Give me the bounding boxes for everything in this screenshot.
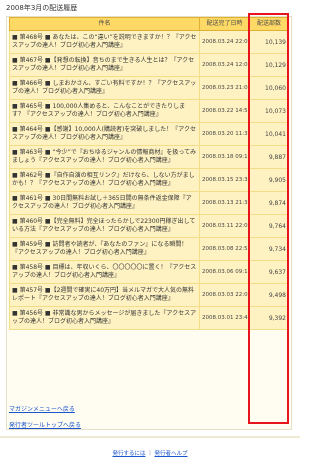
- row-delivery-count: 9,734: [249, 237, 289, 261]
- row-delivery-date: 2008.03.01 23:4: [199, 306, 250, 330]
- row-delivery-date: 2008.03.15 23:3: [199, 168, 250, 192]
- row-title-link[interactable]: ■ 第465号 ■ 100,000人集めると、こんなことができたりします？『アク…: [9, 99, 200, 123]
- row-delivery-date: 2008.03.23 21:00: [199, 76, 250, 100]
- row-title-link[interactable]: ■ 第461号 ■ 30日間無料お試し＋365日間の無条件返金保障『アクセスアッ…: [9, 191, 200, 215]
- table-row: ■ 第459号 ■ 訪問者や読者が、『あなたのファン』になる瞬間！『アクセスアッ…: [9, 237, 289, 261]
- table-row: ■ 第465号 ■ 100,000人集めると、こんなことができたりします？『アク…: [9, 99, 289, 123]
- header-title: 件名: [9, 17, 200, 31]
- magazine-menu-link[interactable]: マガジンメニューへ戻る: [9, 404, 75, 413]
- row-delivery-count: 9,637: [249, 260, 289, 284]
- row-delivery-date: 2008.03.03 22:0: [199, 283, 250, 307]
- publisher-help-link[interactable]: 発行者ヘルプ: [155, 451, 188, 457]
- table-row: ■ 第458号 ■ 目標は、年収いくら、〇〇〇〇〇に置く！『アクセスアップの達人…: [9, 260, 289, 284]
- row-delivery-date: 2008.03.24 12:00: [199, 53, 250, 77]
- row-delivery-count: 10,060: [249, 76, 289, 100]
- row-title-link[interactable]: ■ 第458号 ■ 目標は、年収いくら、〇〇〇〇〇に置く！『アクセスアップの達人…: [9, 260, 200, 284]
- row-delivery-count: 10,041: [249, 122, 289, 146]
- row-title-link[interactable]: ■ 第459号 ■ 訪問者や読者が、『あなたのファン』になる瞬間！『アクセスアッ…: [9, 237, 200, 261]
- header-date: 配送完了日時: [199, 17, 250, 31]
- row-delivery-date: 2008.03.18 09:1: [199, 145, 250, 169]
- table-row: ■ 第464号 ■【感謝】10,000人(購読者)を突破しました！『アクセスアッ…: [9, 122, 289, 146]
- row-title-link[interactable]: ■ 第467号 ■【発想の転換】音ちのまで生きる人生とは？『アクセスアップの達人…: [9, 53, 200, 77]
- table-header-row: 件名 配送完了日時 配送部数: [9, 17, 289, 31]
- row-title-link[interactable]: ■ 第464号 ■【感謝】10,000人(購読者)を突破しました！『アクセスアッ…: [9, 122, 200, 146]
- row-title-link[interactable]: ■ 第457号 ■【2週間で確実に40万円】当メルマガで大人気の無料レポート『ア…: [9, 283, 200, 307]
- row-delivery-count: 9,392: [249, 306, 289, 330]
- delivery-history-table: 件名 配送完了日時 配送部数 ■ 第468号 ■ あなたは、この“違い”を説明で…: [9, 17, 289, 330]
- table-row: ■ 第468号 ■ あなたは、この“違い”を説明できますか！？『アクセスアップの…: [9, 30, 289, 54]
- row-delivery-count: 9,905: [249, 168, 289, 192]
- row-title-link[interactable]: ■ 第468号 ■ あなたは、この“違い”を説明できますか！？『アクセスアップの…: [9, 30, 200, 54]
- row-delivery-date: 2008.03.08 22:5: [199, 237, 250, 261]
- row-delivery-count: 10,139: [249, 30, 289, 54]
- row-delivery-date: 2008.03.22 14:5: [199, 99, 250, 123]
- row-delivery-count: 9,874: [249, 191, 289, 215]
- footer-divider: [0, 436, 300, 438]
- row-title-link[interactable]: ■ 第462号 ■『自作自演の相互リンク』だけなら、しない方がましかも！？『アク…: [9, 168, 200, 192]
- row-delivery-date: 2008.03.20 11:3: [199, 122, 250, 146]
- table-row: ■ 第466号 ■ しまおかさん、すごい有料ですか！？『アクセスアップの達人！ブ…: [9, 76, 289, 100]
- row-delivery-date: 2008.03.06 09:1: [199, 260, 250, 284]
- table-row: ■ 第462号 ■『自作自演の相互リンク』だけなら、しない方がましかも！？『アク…: [9, 168, 289, 192]
- row-title-link[interactable]: ■ 第466号 ■ しまおかさん、すごい有料ですか！？『アクセスアップの達人！ブ…: [9, 76, 200, 100]
- row-delivery-count: 9,498: [249, 283, 289, 307]
- table-row: ■ 第461号 ■ 30日間無料お試し＋365日間の無条件返金保障『アクセスアッ…: [9, 191, 289, 215]
- table-row: ■ 第463号 ■ “今少”で『おちゆるジャンルの情報商材』を扱ってみましょう『…: [9, 145, 289, 169]
- table-row: ■ 第457号 ■【2週間で確実に40万円】当メルマガで大人気の無料レポート『ア…: [9, 283, 289, 307]
- footer-links: 発行するには ｜ 発行者ヘルプ: [0, 449, 300, 457]
- row-delivery-count: 10,073: [249, 99, 289, 123]
- how-to-publish-link[interactable]: 発行するには: [112, 451, 145, 457]
- page-title: 2008年3月の配送履歴: [6, 4, 78, 12]
- footer-separator: ｜: [147, 451, 153, 457]
- row-title-link[interactable]: ■ 第460号 ■【完全無料】完全ほったらかしで22300円稼ぎ出している方法『…: [9, 214, 200, 238]
- row-delivery-date: 2008.03.13 21:3: [199, 191, 250, 215]
- row-delivery-count: 10,129: [249, 53, 289, 77]
- table-row: ■ 第467号 ■【発想の転換】音ちのまで生きる人生とは？『アクセスアップの達人…: [9, 53, 289, 77]
- row-delivery-count: 9,887: [249, 145, 289, 169]
- row-title-link[interactable]: ■ 第456号 ■ 非常識な男からメッセージが届きました『アクセスアップの達人！…: [9, 306, 200, 330]
- publisher-tools-link[interactable]: 発行者ツールトップへ戻る: [9, 420, 81, 429]
- header-count: 配送部数: [249, 17, 289, 31]
- row-delivery-count: 9,764: [249, 214, 289, 238]
- row-delivery-date: 2008.03.24 22:00: [199, 30, 250, 54]
- row-title-link[interactable]: ■ 第463号 ■ “今少”で『おちゆるジャンルの情報商材』を扱ってみましょう『…: [9, 145, 200, 169]
- table-row: ■ 第456号 ■ 非常識な男からメッセージが届きました『アクセスアップの達人！…: [9, 306, 289, 330]
- row-delivery-date: 2008.03.11 22:0: [199, 214, 250, 238]
- table-row: ■ 第460号 ■【完全無料】完全ほったらかしで22300円稼ぎ出している方法『…: [9, 214, 289, 238]
